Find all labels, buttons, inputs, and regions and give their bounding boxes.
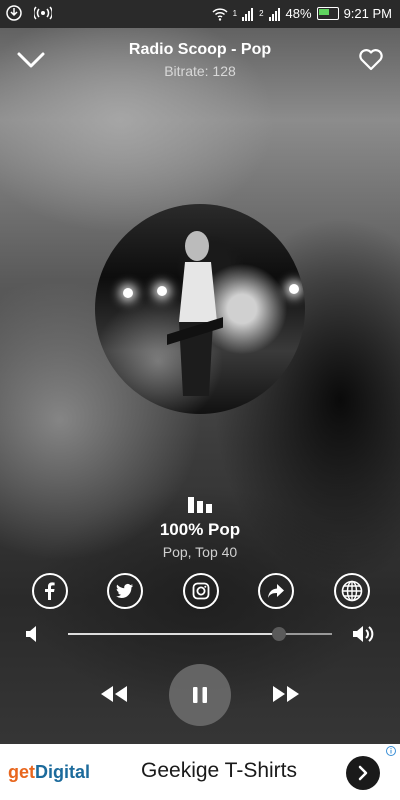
status-bar: 1 2 48% 9:21 PM xyxy=(0,0,400,28)
signal-icon-1 xyxy=(242,7,254,21)
ad-info-icon[interactable] xyxy=(386,746,396,756)
chevron-right-icon xyxy=(358,765,368,781)
stage-light xyxy=(157,286,167,296)
share-button[interactable] xyxy=(258,573,294,609)
ad-logo: getDigital xyxy=(8,762,90,783)
heart-icon[interactable] xyxy=(358,48,384,72)
guitarist-figure xyxy=(167,231,223,396)
volume-fill xyxy=(68,633,280,635)
share-icon xyxy=(268,584,284,598)
twitter-icon xyxy=(116,583,133,598)
facebook-icon xyxy=(45,582,55,600)
ad-banner[interactable]: getDigital Geekige T-Shirts xyxy=(0,744,400,800)
battery-icon xyxy=(316,7,339,20)
track-title: 100% Pop xyxy=(159,520,241,539)
pause-icon xyxy=(193,687,207,703)
globe-icon xyxy=(341,580,363,602)
broadcast-icon xyxy=(34,6,52,20)
playback-controls xyxy=(0,664,400,726)
instagram-button[interactable] xyxy=(183,573,219,609)
volume-slider[interactable] xyxy=(68,627,332,641)
sim2-label: 2 xyxy=(259,9,264,18)
volume-thumb[interactable] xyxy=(272,627,287,641)
fast-forward-icon[interactable] xyxy=(271,684,301,704)
status-time: 9:21 PM xyxy=(343,6,392,21)
sim1-label: 1 xyxy=(232,9,238,18)
share-row xyxy=(0,573,400,609)
track-genre: Pop, Top 40 xyxy=(162,544,238,560)
ad-logo-get: get xyxy=(8,762,35,782)
bitrate-label: Bitrate: 128 xyxy=(164,63,236,79)
website-button[interactable] xyxy=(334,573,370,609)
ad-go-button[interactable] xyxy=(346,756,380,790)
stage-light xyxy=(123,288,133,298)
volume-low-icon xyxy=(26,626,36,642)
station-title: Radio Scoop - Pop xyxy=(128,41,272,58)
pause-button[interactable] xyxy=(169,664,231,726)
volume-high-icon xyxy=(353,626,374,642)
ad-logo-digital: Digital xyxy=(35,762,91,782)
signal-icon-2 xyxy=(268,7,280,21)
wifi-icon xyxy=(212,7,228,21)
facebook-button[interactable] xyxy=(32,573,68,609)
rewind-icon[interactable] xyxy=(99,684,129,704)
volume-control xyxy=(0,620,400,648)
ad-text: Geekige T-Shirts xyxy=(141,759,298,782)
download-icon xyxy=(6,5,22,21)
stage-light xyxy=(289,284,299,294)
equalizer-icon xyxy=(188,497,212,513)
twitter-button[interactable] xyxy=(107,573,143,609)
station-artwork xyxy=(95,204,305,414)
instagram-icon xyxy=(192,582,210,600)
player-header: Radio Scoop - Pop Bitrate: 128 xyxy=(0,36,400,86)
battery-percent: 48% xyxy=(285,6,312,21)
